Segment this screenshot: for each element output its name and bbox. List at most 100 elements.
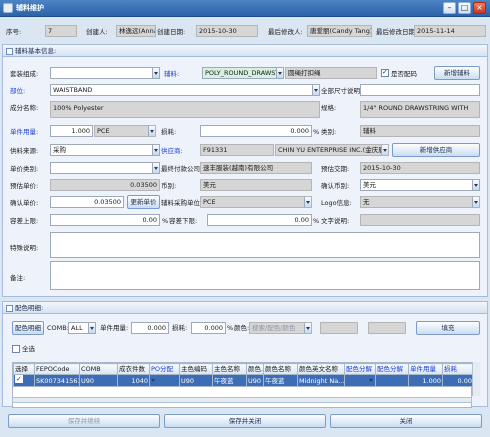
size-desc-field[interactable] [360, 84, 480, 96]
col-main-color-name[interactable]: 主色名称 [212, 363, 247, 375]
cell-main-color-name: 午夜蓝 [212, 374, 247, 387]
minimize-button[interactable]: – [443, 2, 456, 14]
lower-tolerance-label: 容差下限: [169, 217, 198, 225]
save-continue-button[interactable]: 保存并继续 [8, 414, 160, 428]
col-color[interactable]: 颜色... [246, 363, 264, 375]
chevron-down-icon[interactable] [304, 323, 311, 333]
chevron-down-icon[interactable] [472, 197, 479, 207]
confirm-price-field[interactable]: 0.03500 [50, 196, 124, 208]
unit-select[interactable]: PCE [94, 125, 156, 137]
detail-loss-pct: % [227, 324, 234, 332]
upper-tolerance-field[interactable]: 0.00 [50, 214, 160, 226]
logo-select[interactable]: 无 [360, 196, 480, 208]
matched-checkbox[interactable] [381, 68, 389, 77]
color-detail-button[interactable]: 配色明细 [12, 321, 44, 335]
maximize-button[interactable]: □ [458, 2, 471, 14]
col-po-alloc[interactable]: PO分配 [149, 363, 180, 375]
supplier-label: 供应商: [161, 147, 183, 155]
created-date-field: 2015-10-30 [196, 25, 258, 37]
detail-usage-field[interactable]: 0.000 [131, 322, 169, 334]
seq-label: 序号: [6, 28, 22, 36]
currency-field: 美元 [200, 179, 312, 191]
col-select[interactable]: 选择 [13, 363, 35, 375]
new-supplier-button[interactable]: 新增供应商 [392, 143, 480, 157]
special-textarea[interactable] [50, 232, 480, 258]
cell-color-split-1[interactable] [344, 374, 376, 387]
detail-loss-field[interactable]: 0.000 [191, 322, 226, 334]
material-select[interactable]: POLY_ROUND_DRAWSTRING_ [202, 67, 284, 79]
cell-po-alloc[interactable] [149, 374, 180, 387]
basic-info-header[interactable]: 辅料基本信息: [3, 45, 487, 57]
source-label: 供料来源: [10, 147, 39, 155]
chevron-down-icon[interactable] [276, 68, 283, 78]
chevron-down-icon[interactable] [381, 145, 388, 155]
purchase-unit-select[interactable]: PCE [200, 196, 312, 208]
color-detail-header[interactable]: 配色明细: [3, 302, 487, 314]
chevron-down-icon[interactable] [472, 180, 479, 190]
col-color-split-1[interactable]: 配色分解 [344, 363, 376, 375]
usage-field[interactable]: 1.000 [50, 125, 93, 137]
chevron-down-icon[interactable] [148, 126, 155, 136]
row-select-cell[interactable] [13, 374, 35, 387]
material-cn-field: 圆绳打扣绳 [285, 67, 377, 79]
close-button[interactable]: 关闭 [330, 414, 482, 428]
text-desc-field [360, 214, 480, 226]
detail-color-select[interactable]: 搜索/配色/颜色 [249, 322, 312, 334]
window-icon [3, 3, 13, 13]
chevron-down-icon[interactable] [368, 376, 375, 386]
col-garment-qty[interactable]: 成衣件数 [117, 363, 150, 375]
table-row[interactable]: SK007341563 U90 1040 U90 午夜蓝 U90 午夜蓝 Mid… [13, 374, 474, 387]
detail-blank-1 [320, 322, 358, 334]
spec-field: 1/4" ROUND DRAWSTRING WITH [360, 101, 480, 118]
select-all-checkbox[interactable] [12, 345, 20, 353]
package-select[interactable] [50, 67, 160, 79]
col-main-color-code[interactable]: 主色编码 [179, 363, 213, 375]
chevron-down-icon[interactable] [151, 376, 179, 386]
col-color-name[interactable]: 颜色名称 [263, 363, 298, 375]
col-loss[interactable]: 损耗 [442, 363, 474, 375]
grid-scrollbar[interactable] [472, 362, 480, 396]
chevron-down-icon[interactable] [152, 68, 159, 78]
confirm-currency-select[interactable]: 美元 [360, 179, 480, 191]
remark-label: 备注: [10, 274, 26, 282]
chevron-down-icon[interactable] [88, 323, 95, 333]
lower-pct-label: % [313, 217, 320, 225]
comb-select[interactable]: ALL [68, 322, 96, 334]
grid-h-scrollbar[interactable] [12, 397, 472, 403]
col-comb[interactable]: COMB [79, 363, 118, 375]
select-all-label: 全选 [22, 345, 35, 353]
final-pay-field: 速丰服装(越南)有限公司 [200, 162, 312, 174]
new-material-button[interactable]: 新增辅料 [434, 66, 480, 80]
price-type-select[interactable] [50, 162, 160, 174]
supplier-name-select[interactable]: CHIN YU ENTERPRISE INC.(金庆辰实) [275, 144, 389, 156]
cell-fepocode: SK007341563 [34, 374, 80, 387]
fill-button[interactable]: 填充 [416, 321, 480, 335]
seq-field: 7 [45, 25, 77, 37]
chevron-down-icon[interactable] [152, 145, 159, 155]
chevron-down-icon[interactable] [152, 163, 159, 173]
source-select[interactable]: 采购 [50, 144, 160, 156]
col-fepocode[interactable]: FEPOCode [34, 363, 80, 375]
chevron-down-icon[interactable] [304, 197, 311, 207]
cell-unit-usage[interactable]: 1.000 [408, 374, 443, 387]
col-color-en-name[interactable]: 颜色英文名称 [297, 363, 345, 375]
remark-textarea[interactable] [50, 261, 480, 290]
lower-tolerance-field[interactable]: 0.00 [207, 214, 312, 226]
cell-color-split-2[interactable] [375, 374, 409, 387]
logo-label: Logo信息: [321, 199, 352, 207]
text-desc-label: 文字说明: [321, 217, 350, 225]
loss-field[interactable]: 0.000 [200, 125, 312, 137]
close-window-button[interactable]: × [473, 2, 486, 14]
cell-loss[interactable]: 0.00 [442, 374, 474, 387]
currency-label: 币别: [161, 182, 177, 190]
col-color-split-2[interactable]: 配色分解 [375, 363, 409, 375]
modifier-field: 唐爱丽(Candy Tang) [307, 25, 372, 37]
row-checkbox[interactable] [15, 375, 23, 384]
position-select[interactable]: WAISTBAND [50, 84, 320, 96]
col-unit-usage[interactable]: 单件用量 [408, 363, 443, 375]
cell-main-color-code: U90 [179, 374, 213, 387]
chevron-down-icon[interactable] [312, 85, 319, 95]
update-price-button[interactable]: 更新单价 [127, 195, 160, 209]
save-close-button[interactable]: 保存并关闭 [164, 414, 326, 428]
cell-color-en-name: Midnight Na... [297, 374, 345, 387]
